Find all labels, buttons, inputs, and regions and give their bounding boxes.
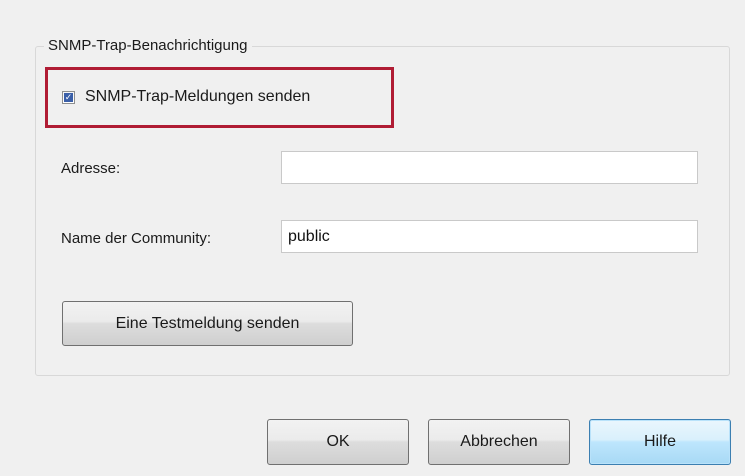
send-traps-checkbox-row[interactable]: ✓ SNMP-Trap-Meldungen senden bbox=[62, 86, 310, 108]
help-button[interactable]: Hilfe bbox=[589, 419, 731, 465]
address-label: Adresse: bbox=[61, 160, 121, 177]
address-input[interactable] bbox=[281, 151, 698, 184]
cancel-button[interactable]: Abbrechen bbox=[428, 419, 570, 465]
send-traps-checkbox[interactable]: ✓ bbox=[62, 90, 75, 104]
community-input[interactable] bbox=[281, 220, 698, 253]
community-label: Name der Community: bbox=[61, 230, 212, 247]
send-test-message-button[interactable]: Eine Testmeldung senden bbox=[62, 301, 353, 346]
snmp-trap-dialog: SNMP-Trap-Benachrichtigung ✓ SNMP-Trap-M… bbox=[0, 0, 745, 476]
ok-button[interactable]: OK bbox=[267, 419, 409, 465]
checkmark-icon: ✓ bbox=[64, 91, 73, 102]
send-traps-label: SNMP-Trap-Meldungen senden bbox=[85, 88, 311, 105]
groupbox-title: SNMP-Trap-Benachrichtigung bbox=[44, 36, 252, 56]
